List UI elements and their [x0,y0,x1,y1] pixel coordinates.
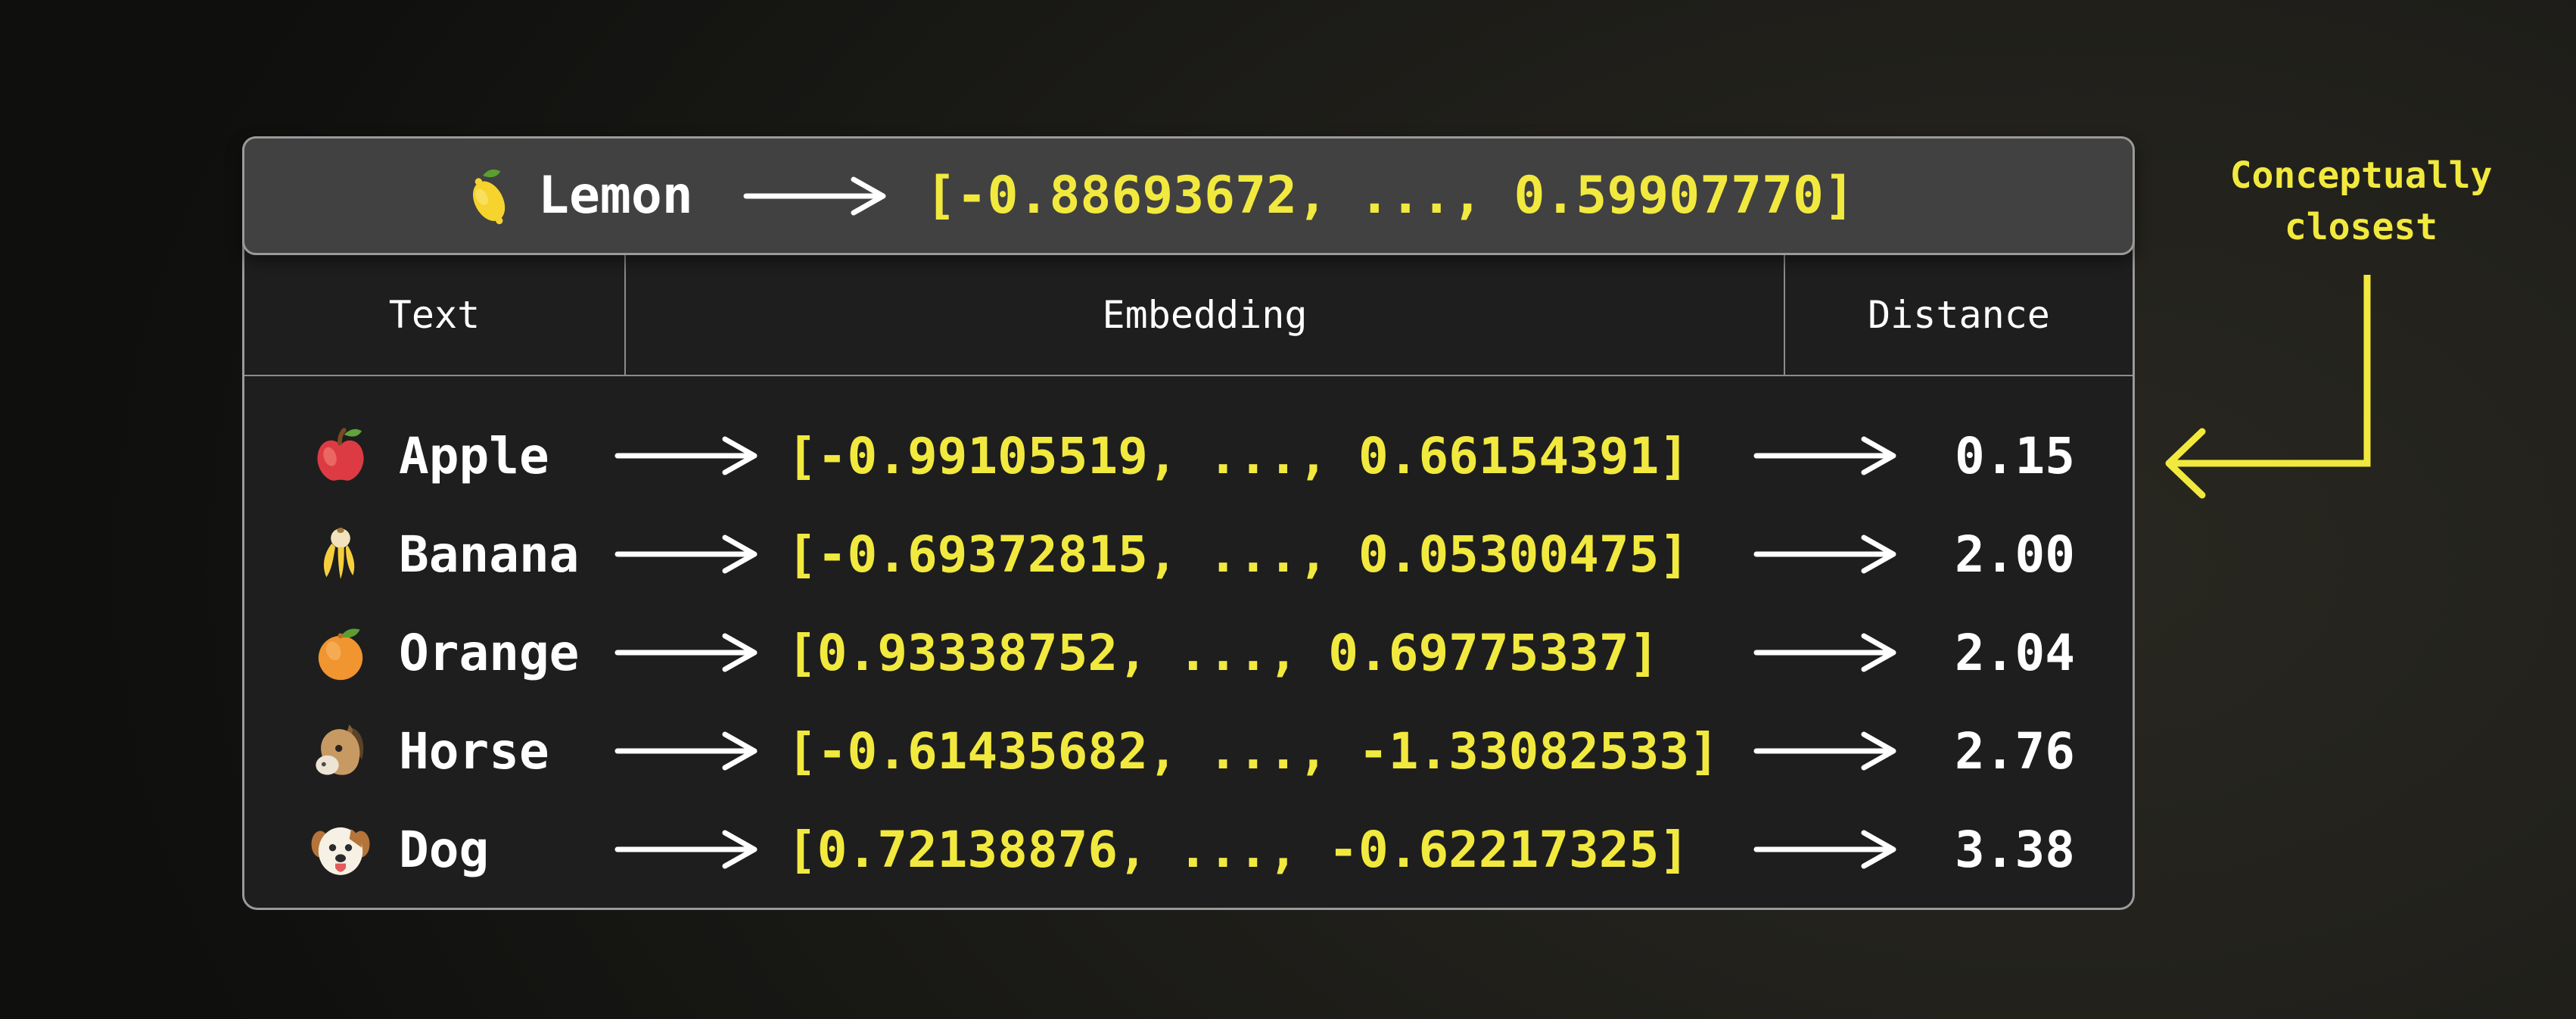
right-arrow-icon [742,172,889,220]
query-embedding: [-0.88693672, ..., 0.59907770] [926,166,1855,226]
annotation-line-1: Conceptually [2187,150,2535,201]
row-distance: 0.15 [1955,427,2133,485]
right-arrow-icon [613,628,787,677]
row-distance: 2.76 [1955,722,2133,781]
row-label: Apple [381,427,613,485]
table-row: Dog [0.72138876, ..., -0.62217325] 3.38 [244,800,2133,899]
right-arrow-icon [613,825,787,874]
embedding-diagram-panel: Text Embedding Distance Apple [-0.991055… [242,136,2135,910]
column-header-distance: Distance [1785,255,2133,375]
table-row: Apple [-0.99105519, ..., 0.66154391] 0.1… [244,407,2133,505]
lemon-icon [456,164,520,228]
row-distance: 3.38 [1955,821,2133,879]
query-row: Lemon [-0.88693672, ..., 0.59907770] [242,136,2135,255]
right-arrow-icon [1752,432,1955,480]
table-row: Orange [0.93338752, ..., 0.69775337] 2.0… [244,603,2133,702]
annotation-line-2: closest [2187,201,2535,253]
right-arrow-icon [1752,727,1955,775]
dog-icon [309,818,381,881]
column-header-text: Text [244,255,626,375]
apple-icon [309,424,381,488]
row-embedding: [-0.61435682, ..., -1.33082533] [787,722,1752,781]
table-body: Apple [-0.99105519, ..., 0.66154391] 0.1… [244,376,2133,899]
row-embedding: [0.93338752, ..., 0.69775337] [787,624,1752,682]
row-label: Banana [381,525,613,584]
row-label: Dog [381,821,613,879]
right-arrow-icon [1752,530,1955,578]
row-distance: 2.04 [1955,624,2133,682]
right-arrow-icon [613,432,787,480]
orange-icon [309,621,381,684]
table-row: Banana [-0.69372815, ..., 0.05300475] 2.… [244,505,2133,603]
right-arrow-icon [613,530,787,578]
right-arrow-icon [1752,628,1955,677]
row-embedding: [-0.69372815, ..., 0.05300475] [787,525,1752,584]
row-label: Horse [381,722,613,781]
horse-icon [309,719,381,783]
conceptually-closest-arrow-icon [2157,265,2399,522]
row-embedding: [-0.99105519, ..., 0.66154391] [787,427,1752,485]
row-label: Orange [381,624,613,682]
row-distance: 2.00 [1955,525,2133,584]
conceptually-closest-label: Conceptually closest [2187,150,2535,253]
row-embedding: [0.72138876, ..., -0.62217325] [787,821,1752,879]
right-arrow-icon [613,727,787,775]
right-arrow-icon [1752,825,1955,874]
column-header-embedding: Embedding [626,255,1785,375]
banana-icon [309,522,381,586]
query-label: Lemon [538,166,693,226]
table-header-row: Text Embedding Distance [244,255,2133,376]
table-row: Horse [-0.61435682, ..., -1.33082533] 2.… [244,702,2133,800]
